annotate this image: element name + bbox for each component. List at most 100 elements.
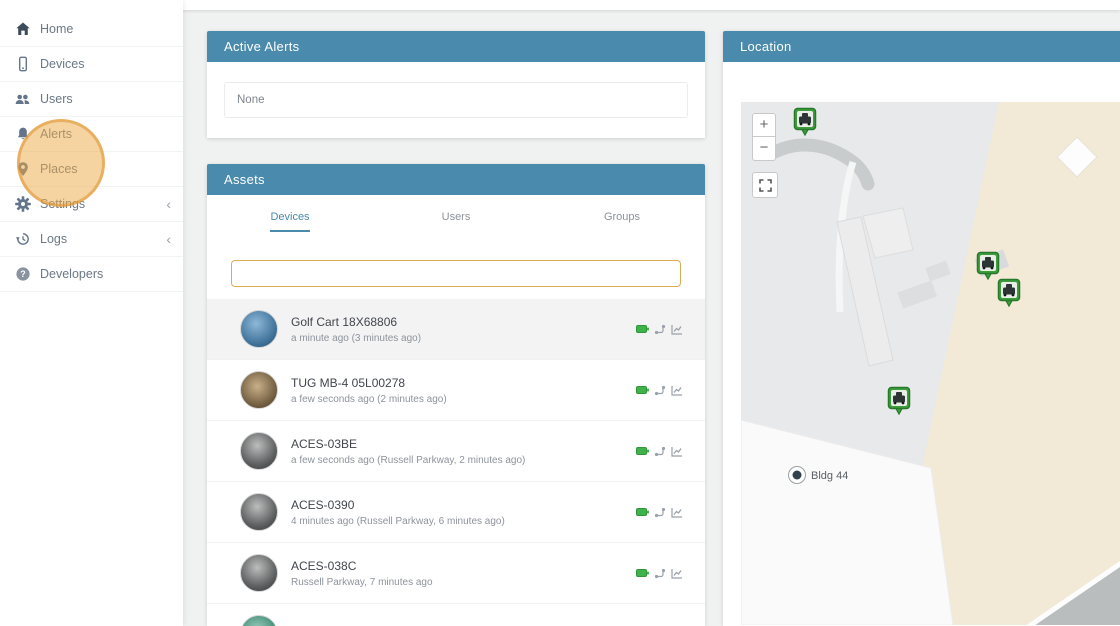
device-avatar: [240, 310, 278, 348]
active-alerts-panel: Active Alerts None: [207, 31, 705, 138]
fullscreen-icon: [758, 178, 772, 192]
active-alerts-empty: None: [224, 82, 688, 118]
device-row[interactable]: TUG MB-4 05L00278 a few seconds ago (2 m…: [207, 360, 705, 421]
chart-icon[interactable]: [671, 507, 683, 518]
route-icon[interactable]: [654, 446, 666, 457]
device-row-icons: [636, 568, 683, 579]
device-search: [231, 260, 681, 287]
device-status: a minute ago (3 minutes ago): [291, 332, 422, 344]
sidebar-label: Users: [40, 92, 73, 106]
zoom-in-button[interactable]: +: [752, 113, 776, 137]
device-name: ACES-03BE: [291, 436, 358, 451]
active-alerts-header: Active Alerts: [207, 31, 705, 62]
sidebar-item-settings[interactable]: Settings ‹: [0, 187, 183, 222]
tab-users[interactable]: Users: [373, 195, 539, 244]
device-status: a few seconds ago (2 minutes ago): [291, 393, 447, 405]
battery-icon: [636, 508, 649, 516]
assets-tabs: Devices Users Groups: [207, 195, 705, 244]
help-icon: ?: [14, 266, 31, 282]
fullscreen-button[interactable]: [752, 172, 778, 198]
device-row[interactable]: ACES-03BE a few seconds ago (Russell Par…: [207, 421, 705, 482]
device-status: a few seconds ago (Russell Parkway, 2 mi…: [291, 454, 526, 466]
battery-icon: [636, 447, 649, 455]
active-alerts-body: None: [207, 62, 705, 138]
device-list: Golf Cart 18X68806 a minute ago (3 minut…: [207, 299, 705, 626]
route-icon[interactable]: [654, 507, 666, 518]
sidebar-label: Devices: [40, 57, 85, 71]
sidebar-item-users[interactable]: Users: [0, 82, 183, 117]
battery-icon: [636, 386, 649, 394]
chevron-left-icon: ‹: [166, 231, 171, 247]
device-row[interactable]: TUG MB-3 16L00200: [207, 604, 705, 626]
chart-icon[interactable]: [671, 568, 683, 579]
device-name: TUG MB-4 05L00278: [291, 375, 406, 390]
device-avatar: [240, 615, 278, 626]
device-row-icons: [636, 385, 683, 396]
device-info: Golf Cart 18X68806 a minute ago (3 minut…: [291, 315, 421, 344]
chevron-left-icon: ‹: [166, 196, 171, 212]
device-row-icons: [636, 446, 683, 457]
chart-icon[interactable]: [671, 446, 683, 457]
device-name: ACES-038C: [291, 558, 357, 573]
map-controls: + −: [752, 113, 778, 198]
sidebar-item-alerts[interactable]: Alerts: [0, 117, 183, 152]
device-info: ACES-0390 4 minutes ago (Russell Parkway…: [291, 498, 505, 527]
sidebar: Home Devices Users Alerts Places Setting…: [0, 0, 183, 626]
zoom-out-button[interactable]: −: [752, 137, 776, 161]
route-icon[interactable]: [654, 385, 666, 396]
location-header: Location: [723, 31, 1120, 62]
device-info: ACES-038C Russell Parkway, 7 minutes ago: [291, 559, 433, 588]
home-icon: [14, 21, 31, 37]
sidebar-label: Settings: [40, 197, 86, 211]
device-status: Russell Parkway, 7 minutes ago: [291, 576, 433, 588]
sidebar-label: Places: [40, 162, 78, 176]
location-panel: Location Bldg 44 + −: [723, 31, 1120, 626]
assets-panel: Assets Devices Users Groups Golf Cart 18…: [207, 164, 705, 626]
battery-icon: [636, 569, 649, 577]
tab-devices[interactable]: Devices: [207, 195, 373, 244]
sidebar-item-devices[interactable]: Devices: [0, 47, 183, 82]
device-status: 4 minutes ago (Russell Parkway, 6 minute…: [291, 515, 505, 527]
device-avatar: [240, 432, 278, 470]
chart-icon[interactable]: [671, 324, 683, 335]
chart-icon[interactable]: [671, 385, 683, 396]
settings-icon: [14, 196, 31, 212]
device-avatar: [240, 554, 278, 592]
sidebar-item-places[interactable]: Places: [0, 152, 183, 187]
device-row[interactable]: ACES-0390 4 minutes ago (Russell Parkway…: [207, 482, 705, 543]
logs-icon: [14, 231, 31, 247]
map-basemap: Bldg 44: [741, 102, 1120, 625]
device-name: Golf Cart 18X68806: [291, 314, 398, 329]
sidebar-label: Developers: [40, 267, 104, 281]
users-icon: [14, 91, 31, 107]
location-body: Bldg 44 + −: [723, 62, 1120, 626]
map[interactable]: Bldg 44 + −: [741, 102, 1120, 625]
device-info: TUG MB-4 05L00278 a few seconds ago (2 m…: [291, 376, 447, 405]
sidebar-item-logs[interactable]: Logs ‹: [0, 222, 183, 257]
sidebar-item-developers[interactable]: ? Developers: [0, 257, 183, 292]
map-building-label: Bldg 44: [811, 470, 848, 482]
assets-header: Assets: [207, 164, 705, 195]
assets-body: Devices Users Groups Golf Cart 18X68806 …: [207, 195, 705, 626]
route-icon[interactable]: [654, 568, 666, 579]
svg-text:?: ?: [20, 269, 26, 279]
device-info: ACES-03BE a few seconds ago (Russell Par…: [291, 437, 525, 466]
places-icon: [14, 161, 31, 177]
device-row[interactable]: ACES-038C Russell Parkway, 7 minutes ago: [207, 543, 705, 604]
device-search-input[interactable]: [231, 260, 681, 287]
sidebar-label: Alerts: [40, 127, 72, 141]
device-avatar: [240, 493, 278, 531]
sidebar-label: Logs: [40, 232, 68, 246]
sidebar-item-home[interactable]: Home: [0, 12, 183, 47]
battery-icon: [636, 325, 649, 333]
route-icon[interactable]: [654, 324, 666, 335]
device-row-icons: [636, 324, 683, 335]
devices-icon: [14, 56, 31, 72]
tab-groups[interactable]: Groups: [539, 195, 705, 244]
app-window: Home Devices Users Alerts Places Setting…: [0, 0, 1120, 626]
device-row[interactable]: Golf Cart 18X68806 a minute ago (3 minut…: [207, 299, 705, 360]
device-row-icons: [636, 507, 683, 518]
device-name: ACES-0390: [291, 497, 355, 512]
device-avatar: [240, 371, 278, 409]
alerts-icon: [14, 126, 31, 142]
